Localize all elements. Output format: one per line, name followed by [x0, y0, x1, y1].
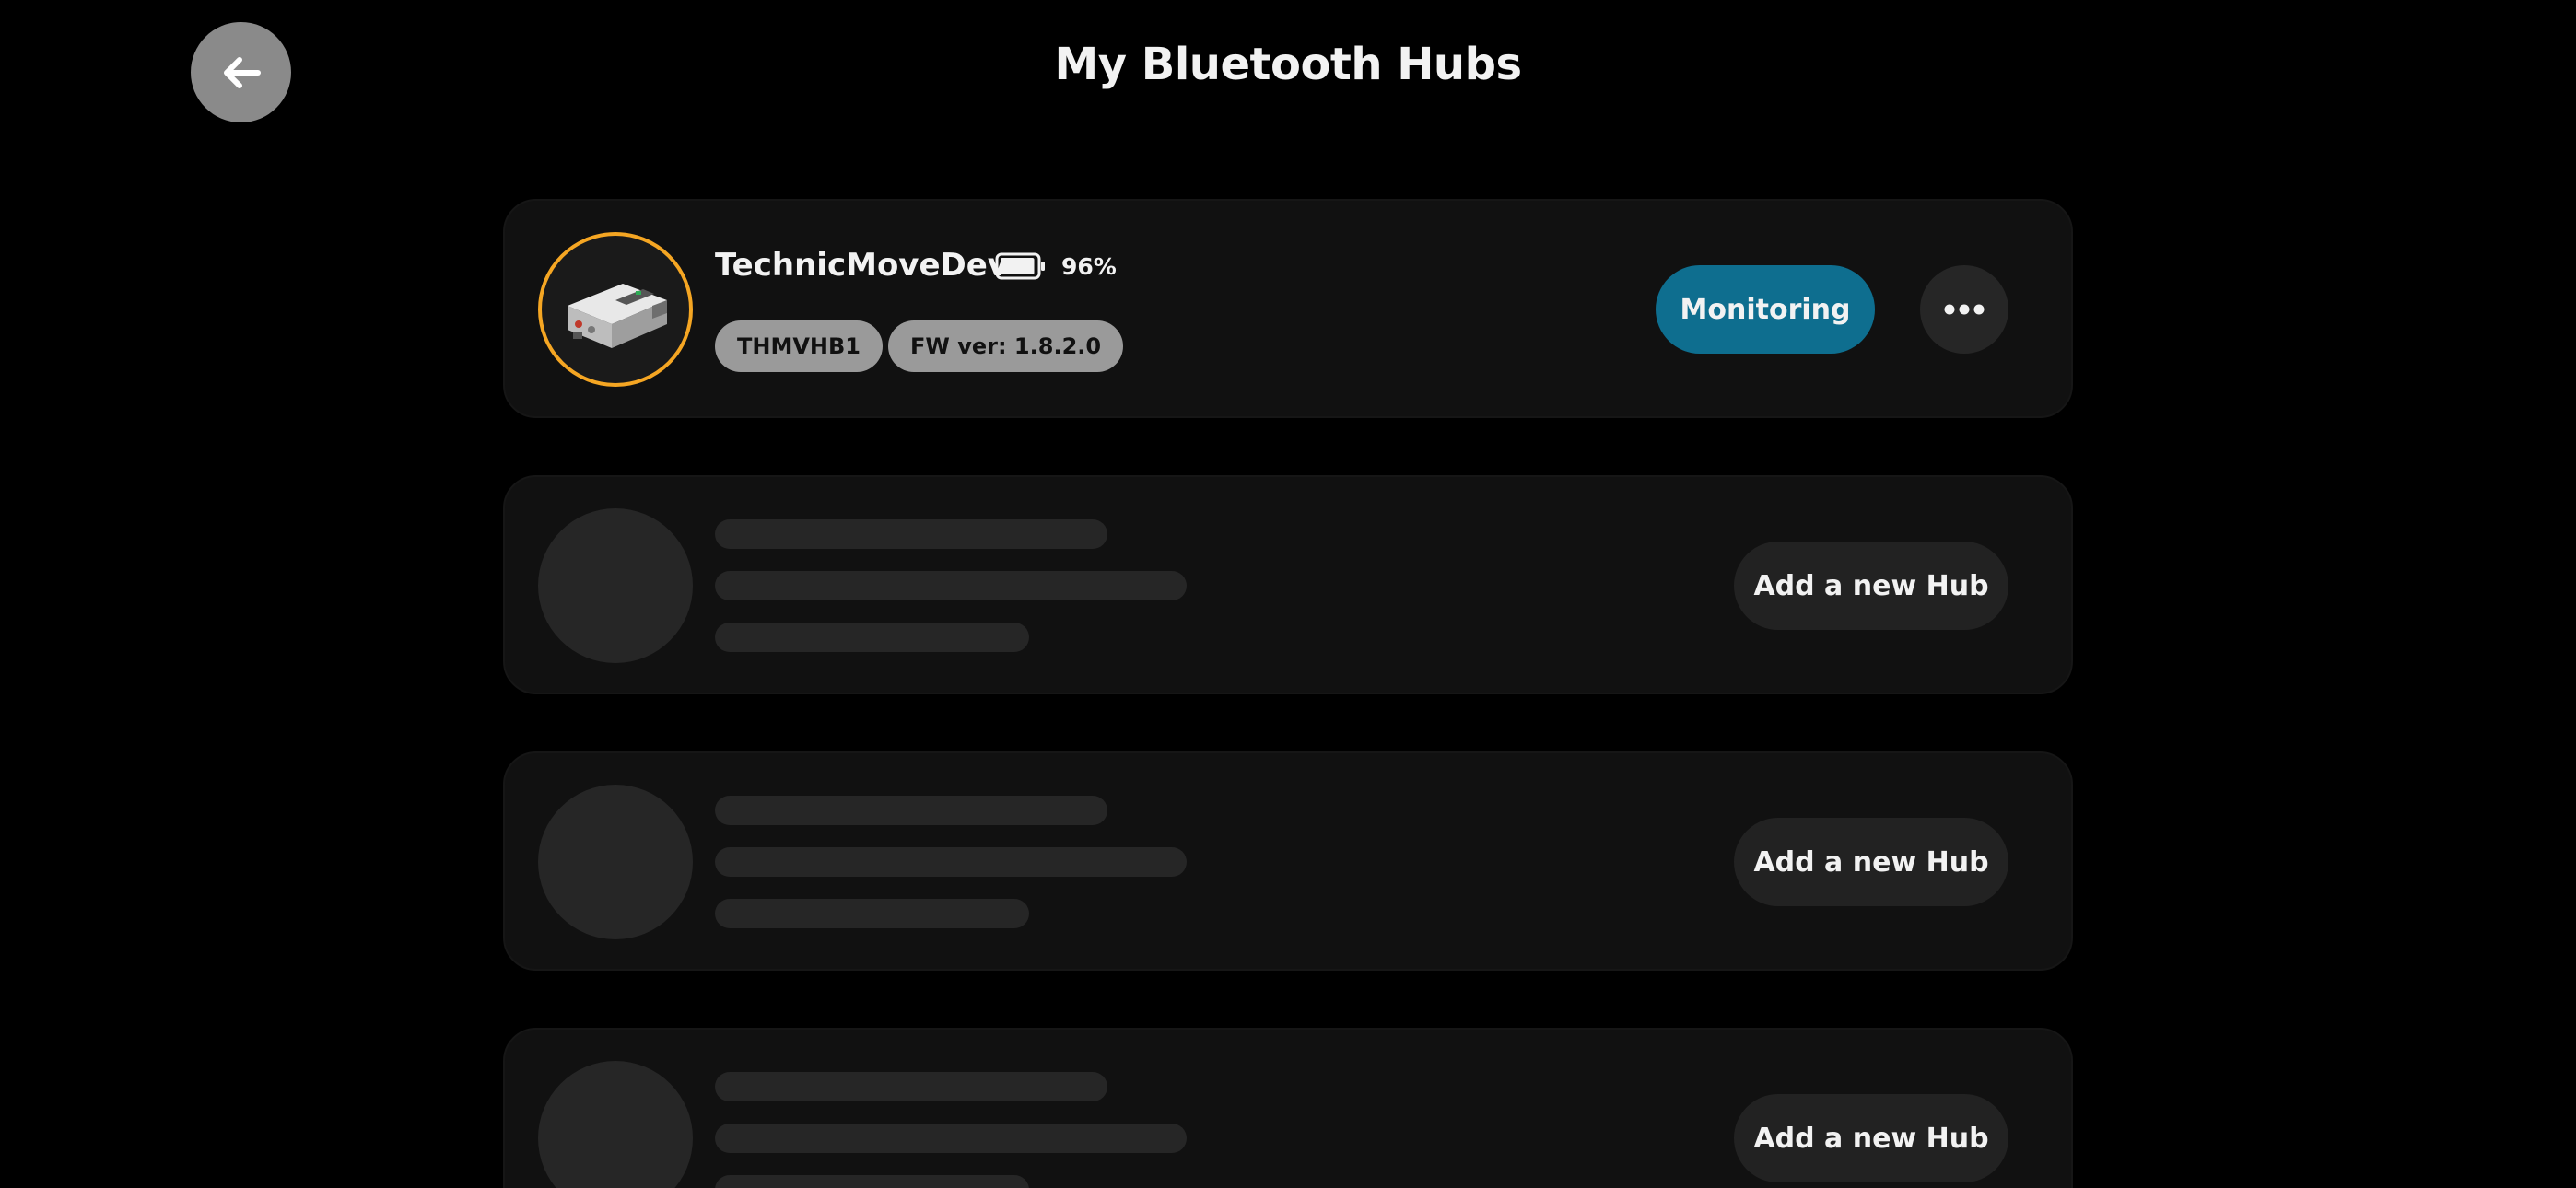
battery-icon	[995, 252, 1045, 280]
hub-card-empty: Add a new Hub	[503, 475, 2073, 694]
skeleton-line	[715, 899, 1029, 928]
ellipsis-icon	[1944, 304, 1985, 315]
hub-avatar	[538, 232, 693, 387]
avatar-placeholder	[538, 508, 693, 663]
battery-status: 96%	[995, 252, 1117, 280]
add-hub-button[interactable]: Add a new Hub	[1734, 1094, 2008, 1182]
add-hub-button[interactable]: Add a new Hub	[1734, 818, 2008, 906]
skeleton-line	[715, 1175, 1029, 1188]
skeleton-line	[715, 796, 1107, 825]
battery-percent: 96%	[1061, 252, 1117, 280]
monitoring-button[interactable]: Monitoring	[1656, 265, 1875, 354]
skeleton-line	[715, 519, 1107, 549]
firmware-version-tag: FW ver: 1.8.2.0	[888, 320, 1124, 372]
hub-name: TechnicMoveDev	[715, 247, 1008, 284]
avatar-placeholder	[538, 1061, 693, 1188]
more-options-button[interactable]	[1920, 265, 2008, 354]
hubs-screen: My Bluetooth Hubs TechnicMoveDev 96% THM…	[0, 0, 2576, 1188]
skeleton-line	[715, 623, 1029, 652]
page-title: My Bluetooth Hubs	[1054, 39, 1522, 90]
avatar-placeholder	[538, 785, 693, 939]
skeleton-line	[715, 847, 1187, 877]
hub-card-empty: Add a new Hub	[503, 1028, 2073, 1188]
hub-card-empty: Add a new Hub	[503, 751, 2073, 971]
add-hub-button[interactable]: Add a new Hub	[1734, 542, 2008, 630]
skeleton-line	[715, 1072, 1107, 1101]
skeleton-line	[715, 1124, 1187, 1153]
skeleton-line	[715, 571, 1187, 600]
technic-hub-image	[568, 284, 667, 348]
hub-serial-tag: THMVHB1	[715, 320, 883, 372]
hub-card-connected: TechnicMoveDev 96% THMVHB1 FW ver: 1.8.2…	[503, 199, 2073, 418]
